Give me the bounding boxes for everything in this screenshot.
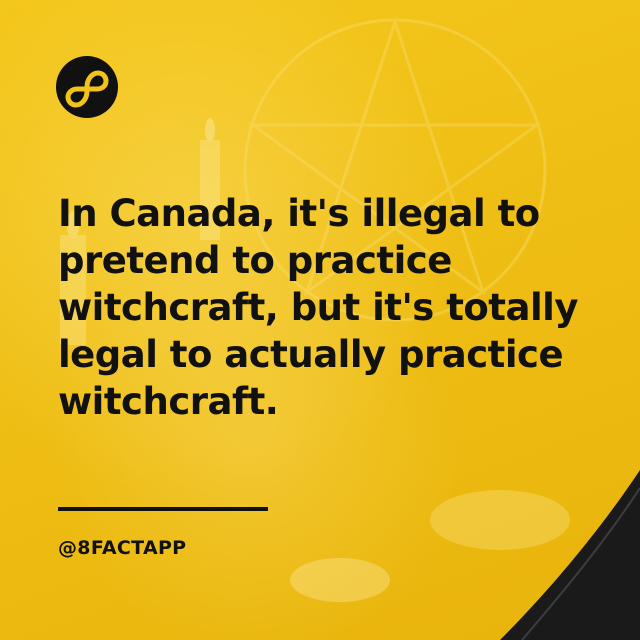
fact-line: In Canada, it's illegal to [58, 192, 540, 235]
social-handle: @8FACTAPP [58, 537, 187, 559]
fact-card: In Canada, it's illegal to pretend to pr… [0, 0, 640, 640]
divider [58, 507, 268, 511]
fact-line: legal to actually practice [58, 333, 564, 376]
fact-line: witchcraft. [58, 380, 279, 423]
infinity-eight-icon [56, 56, 118, 118]
fact-line: pretend to practice [58, 239, 452, 282]
fact-line: witchcraft, but it's totally [58, 286, 578, 329]
fact-text: In Canada, it's illegal to pretend to pr… [58, 190, 618, 425]
